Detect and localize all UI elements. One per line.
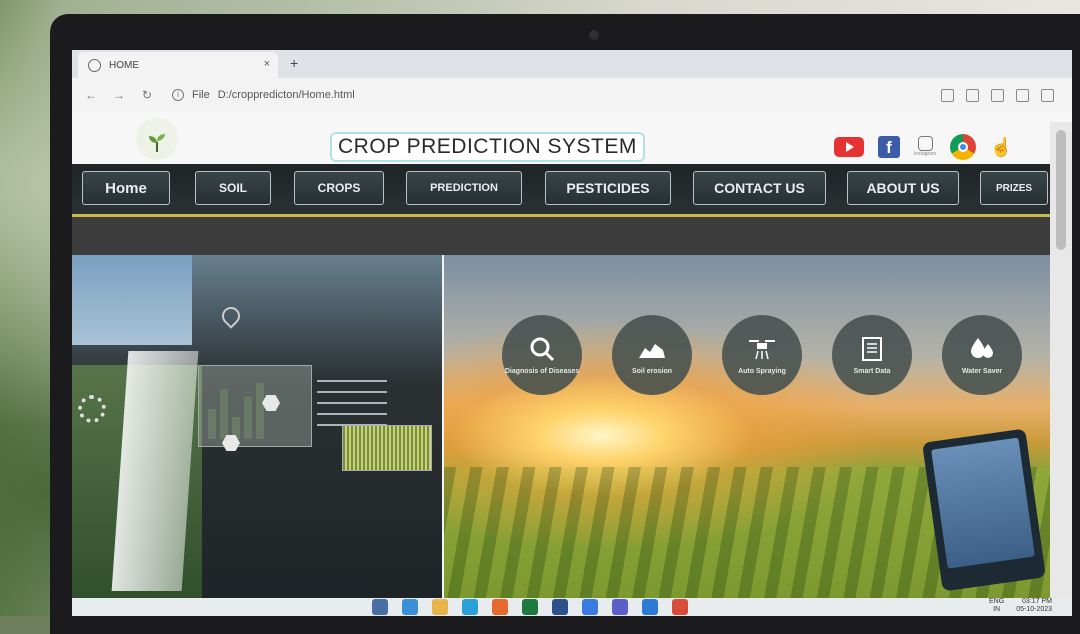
browser-tab-strip: HOME × +	[72, 50, 1072, 78]
hero-banner: Diagnosis of Diseases Soil erosion Auto …	[72, 255, 1050, 616]
firefox-icon[interactable]	[492, 599, 508, 615]
feature-label: Smart Data	[853, 367, 891, 375]
page-scrollbar[interactable]	[1050, 122, 1072, 616]
nav-pesticides[interactable]: PESTICIDES	[545, 171, 671, 205]
url-text: D:/croppredicton/Home.html	[217, 89, 355, 101]
feature-auto-spraying[interactable]: Auto Spraying	[722, 315, 802, 395]
scrollbar-thumb[interactable]	[1056, 130, 1066, 250]
feature-label: Auto Spraying	[738, 367, 786, 375]
edge-icon[interactable]	[462, 599, 478, 615]
water-drop-icon	[967, 336, 997, 362]
nav-home[interactable]: Home	[82, 171, 170, 205]
profile-icon[interactable]	[1041, 89, 1054, 102]
hero-tech-image	[72, 255, 442, 616]
clock[interactable]: 03:17 PM 05-10-2023	[1016, 598, 1052, 614]
nav-prediction[interactable]: PREDICTION	[406, 171, 522, 205]
app-icon[interactable]	[372, 599, 388, 615]
vscode-icon[interactable]	[642, 599, 658, 615]
nav-soil[interactable]: SOIL	[195, 171, 271, 205]
drone-icon	[747, 336, 777, 362]
soil-icon	[637, 336, 667, 362]
nav-prizes[interactable]: PRIZES	[980, 171, 1048, 205]
language-indicator[interactable]: ENG IN	[989, 598, 1004, 614]
reload-icon[interactable]: ↻	[138, 88, 156, 102]
zoom-icon[interactable]	[941, 89, 954, 102]
main-navigation: Home SOIL CROPS PREDICTION PESTICIDES CO…	[72, 164, 1050, 217]
tab-close-icon[interactable]: ×	[264, 58, 270, 70]
chrome-icon[interactable]	[950, 134, 976, 160]
document-icon	[857, 336, 887, 362]
chrome-taskbar-icon[interactable]	[672, 599, 688, 615]
page-title: CROP PREDICTION SYSTEM	[330, 132, 645, 162]
youtube-icon[interactable]	[834, 137, 864, 157]
star-icon[interactable]	[991, 89, 1004, 102]
nav-shadow-band	[72, 217, 1050, 255]
location-pin-icon	[218, 303, 244, 329]
browser-tab[interactable]: HOME ×	[78, 52, 278, 78]
browser-toolbar-icons	[941, 89, 1054, 102]
taskbar-apps	[372, 599, 688, 615]
sprout-icon	[149, 134, 165, 152]
facebook-icon[interactable]: f	[878, 136, 900, 158]
share-icon[interactable]	[966, 89, 979, 102]
feature-label: Soil erosion	[631, 367, 673, 375]
site-header: CROP PREDICTION SYSTEM f Instagram ☝	[72, 112, 1072, 171]
feature-smart-data[interactable]: Smart Data	[832, 315, 912, 395]
bar-graphic	[208, 379, 264, 439]
laptop-screen: HOME × + ← → ↻ i File D:/croppredicton/H…	[72, 50, 1072, 616]
app-icon[interactable]	[402, 599, 418, 615]
feature-label: Diagnosis of Diseases	[504, 367, 580, 375]
address-bar: ← → ↻ i File D:/croppredicton/Home.html	[72, 78, 1072, 112]
gear-icon	[78, 395, 106, 423]
tab-title: HOME	[109, 59, 139, 71]
nav-crops[interactable]: CROPS	[294, 171, 384, 205]
webcam	[589, 30, 599, 40]
feature-soil-erosion[interactable]: Soil erosion	[612, 315, 692, 395]
forward-arrow-icon[interactable]: →	[110, 88, 128, 102]
instagram-icon[interactable]: Instagram	[914, 136, 936, 158]
folder-icon[interactable]	[432, 599, 448, 615]
social-links: f Instagram ☝	[834, 134, 1012, 160]
new-tab-button[interactable]: +	[290, 55, 298, 71]
hand-icon[interactable]: ☝	[990, 136, 1012, 158]
url-field[interactable]: i File D:/croppredicton/Home.html	[172, 89, 355, 101]
check-icon[interactable]	[582, 599, 598, 615]
feature-water-saver[interactable]: Water Saver	[942, 315, 1022, 395]
excel-icon[interactable]	[522, 599, 538, 615]
app-icon[interactable]	[552, 599, 568, 615]
back-arrow-icon[interactable]: ←	[82, 88, 100, 102]
sidebar-icon[interactable]	[1016, 89, 1029, 102]
system-tray: ENG IN 03:17 PM 05-10-2023	[989, 598, 1052, 614]
app-icon[interactable]	[612, 599, 628, 615]
hero-field-image: Diagnosis of Diseases Soil erosion Auto …	[444, 255, 1050, 616]
site-logo[interactable]	[136, 118, 178, 160]
magnifier-icon	[527, 336, 557, 362]
feature-diagnosis[interactable]: Diagnosis of Diseases	[502, 315, 582, 395]
waveform-graphic	[342, 425, 432, 471]
info-icon[interactable]: i	[172, 89, 184, 101]
nav-about-us[interactable]: ABOUT US	[847, 171, 959, 205]
tablet-graphic	[922, 428, 1046, 592]
windows-taskbar: ENG IN 03:17 PM 05-10-2023	[72, 598, 1072, 616]
globe-icon	[88, 58, 101, 72]
nav-contact-us[interactable]: CONTACT US	[693, 171, 826, 205]
url-scheme-label: File	[192, 89, 210, 101]
feature-label: Water Saver	[961, 367, 1003, 375]
